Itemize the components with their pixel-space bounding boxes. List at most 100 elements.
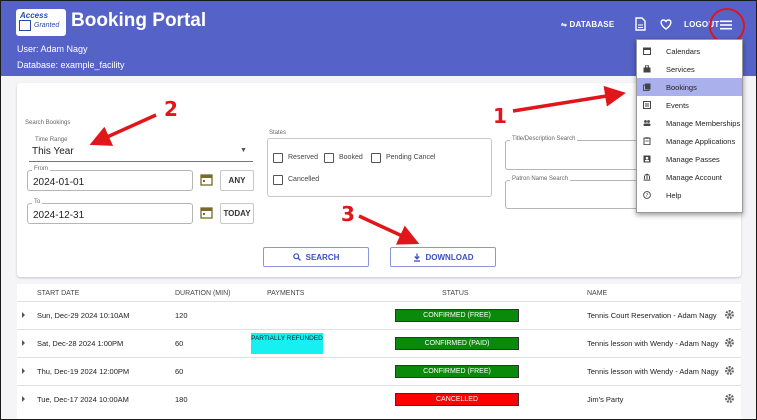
states-group: [267, 138, 492, 197]
annotation-number-2: 2: [164, 97, 178, 121]
to-date-field[interactable]: To 2024-12-31: [27, 199, 193, 224]
title-search-label: Title/Description Search: [510, 136, 578, 142]
logo-text-granted: Granted: [34, 22, 60, 29]
annotation-number-1: 1: [493, 104, 507, 128]
menu-item-manage-account[interactable]: Manage Account: [637, 168, 742, 186]
row-duration: 60: [175, 339, 184, 348]
logo-checkbox-icon: [19, 20, 31, 31]
column-header-duration[interactable]: DURATION (MIN): [175, 290, 230, 297]
gear-icon[interactable]: [724, 393, 735, 404]
database-button[interactable]: ⇋ DATABASE: [561, 20, 614, 29]
menu-item-help[interactable]: ? Help: [637, 186, 742, 204]
menu-item-label: Help: [666, 190, 682, 200]
time-range-label: Time Range: [35, 137, 68, 143]
column-header-status[interactable]: STATUS: [442, 290, 469, 297]
booked-checkbox[interactable]: [324, 153, 334, 163]
svg-text:?: ?: [646, 193, 649, 199]
to-calendar-icon[interactable]: [200, 206, 213, 219]
menu-item-label: Events: [666, 100, 689, 110]
from-label: From: [32, 166, 50, 172]
swap-icon: ⇋: [561, 22, 568, 29]
table-row[interactable]: Tue, Dec-17 2024 10:00AM 180 CANCELLED J…: [17, 385, 741, 413]
expand-caret-icon[interactable]: [22, 340, 25, 346]
menu-item-events[interactable]: Events: [637, 96, 742, 114]
menu-item-services[interactable]: Services: [637, 60, 742, 78]
pending-cancel-checkbox[interactable]: [371, 153, 381, 163]
current-database: Database: example_facility: [17, 60, 125, 70]
document-icon[interactable]: [633, 17, 647, 31]
to-date-value: 2024-12-31: [33, 210, 85, 221]
gear-icon[interactable]: [724, 337, 735, 348]
logo-text-access: Access: [20, 11, 49, 20]
search-button[interactable]: SEARCH: [263, 247, 369, 267]
people-icon: [643, 120, 651, 126]
menu-item-label: Bookings: [666, 82, 697, 92]
column-header-start-date[interactable]: START DATE: [37, 290, 79, 297]
row-start-date: Tue, Dec-17 2024 10:00AM: [37, 395, 129, 404]
expand-caret-icon[interactable]: [22, 312, 25, 318]
row-duration: 180: [175, 395, 188, 404]
payment-badge: PARTIALLY REFUNDED: [251, 333, 323, 354]
row-start-date: Thu, Dec-19 2024 12:00PM: [37, 367, 130, 376]
menu-item-calendars[interactable]: Calendars: [637, 42, 742, 60]
status-badge: CANCELLED: [395, 393, 519, 406]
gear-icon[interactable]: [724, 309, 735, 320]
app-logo: Access Granted: [16, 9, 66, 36]
table-row[interactable]: Sat, Dec-28 2024 1:00PM 60 PARTIALLY REF…: [17, 329, 741, 357]
title-description-search-input[interactable]: Title/Description Search: [505, 136, 653, 170]
menu-item-manage-applications[interactable]: Manage Applications: [637, 132, 742, 150]
app-title: Booking Portal: [71, 10, 207, 31]
row-name: Tennis lesson with Wendy - Adam Nagy: [587, 339, 719, 348]
bookings-table: START DATE DURATION (MIN) PAYMENTS STATU…: [17, 284, 741, 419]
menu-item-label: Manage Memberships: [666, 118, 741, 128]
events-icon: [643, 101, 651, 109]
row-start-date: Sat, Dec-28 2024 1:00PM: [37, 339, 124, 348]
menu-item-label: Calendars: [666, 46, 701, 56]
booked-label: Booked: [339, 154, 363, 161]
column-header-name[interactable]: NAME: [587, 290, 607, 297]
gear-icon[interactable]: [724, 365, 735, 376]
briefcase-icon: [643, 65, 651, 73]
row-name: Tennis Court Reservation - Adam Nagy: [587, 311, 717, 320]
navigation-menu: Calendars Services Bookings Events Manag…: [636, 39, 743, 213]
patron-name-search-input[interactable]: Patron Name Search: [505, 176, 653, 209]
reserved-checkbox[interactable]: [273, 153, 283, 163]
from-date-field[interactable]: From 2024-01-01: [27, 166, 193, 191]
menu-item-manage-memberships[interactable]: Manage Memberships: [637, 114, 742, 132]
menu-item-bookings[interactable]: Bookings: [637, 78, 742, 96]
cancelled-checkbox[interactable]: [273, 175, 283, 185]
any-button[interactable]: ANY: [220, 170, 254, 191]
heart-icon[interactable]: [659, 17, 673, 31]
cancelled-label: Cancelled: [288, 176, 320, 183]
time-range-select[interactable]: This Year: [32, 146, 74, 157]
bank-icon: [643, 173, 651, 181]
download-button[interactable]: DOWNLOAD: [390, 247, 496, 267]
menu-item-label: Manage Applications: [666, 136, 736, 146]
reserved-label: Reserved: [288, 154, 318, 161]
database-button-label: DATABASE: [569, 20, 615, 29]
table-row[interactable]: Sun, Dec-29 2024 10:10AM 120 CONFIRMED (…: [17, 301, 741, 329]
search-bookings-card: Search Bookings Time Range This Year ▼ F…: [17, 83, 741, 277]
time-range-underline: [29, 161, 253, 162]
today-button[interactable]: TODAY: [220, 203, 254, 224]
chevron-down-icon[interactable]: ▼: [240, 147, 247, 154]
menu-item-manage-passes[interactable]: Manage Passes: [637, 150, 742, 168]
states-label: States: [269, 130, 287, 136]
table-row[interactable]: Thu, Dec-19 2024 12:00PM 60 CONFIRMED (F…: [17, 357, 741, 385]
to-label: To: [32, 199, 43, 205]
row-name: Tennis lesson with Wendy - Adam Nagy: [587, 367, 719, 376]
status-badge: CONFIRMED (FREE): [395, 365, 519, 378]
clipboard-icon: [643, 137, 651, 145]
download-button-label: DOWNLOAD: [425, 252, 474, 262]
column-header-payments[interactable]: PAYMENTS: [267, 290, 304, 297]
patron-search-label: Patron Name Search: [510, 176, 571, 182]
row-start-date: Sun, Dec-29 2024 10:10AM: [37, 311, 130, 320]
bookings-icon: [643, 83, 651, 91]
download-icon: [413, 253, 420, 262]
expand-caret-icon[interactable]: [22, 368, 25, 374]
search-icon: [292, 253, 301, 261]
from-calendar-icon[interactable]: [200, 173, 213, 186]
search-button-label: SEARCH: [305, 252, 340, 262]
expand-caret-icon[interactable]: [22, 396, 25, 402]
menu-item-label: Manage Account: [666, 172, 722, 182]
